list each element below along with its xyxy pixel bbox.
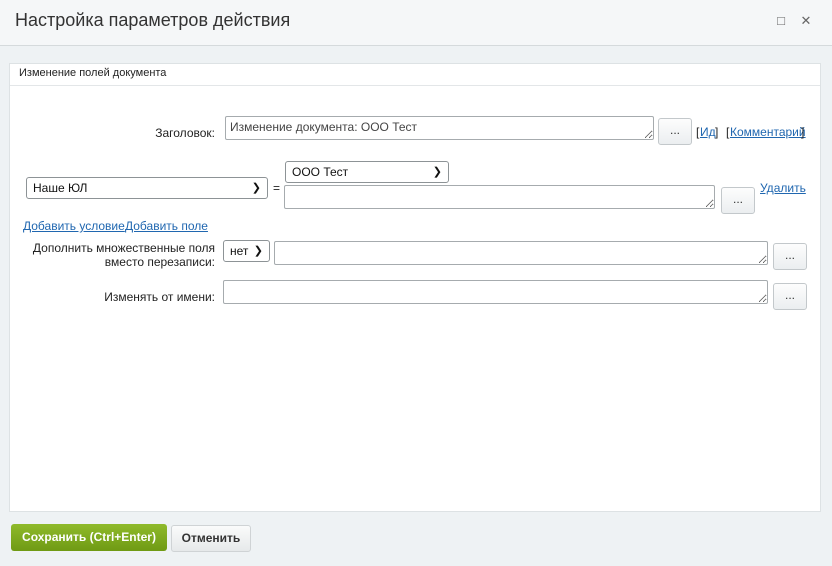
window-title: Настройка параметров действия	[15, 10, 291, 30]
dialog-footer: Сохранить (Ctrl+Enter) Отменить	[0, 512, 832, 566]
multiple-select[interactable]: нет ❯	[223, 240, 270, 262]
field-select[interactable]: Наше ЮЛ ❯	[26, 177, 268, 199]
value-select-value: ООО Тест	[292, 165, 349, 179]
modify-by-input[interactable]	[223, 280, 768, 304]
field-select-value: Наше ЮЛ	[33, 181, 88, 195]
multiple-select-value: нет	[230, 244, 249, 258]
section-title: Изменение полей документа	[10, 64, 820, 86]
chevron-down-icon: ❯	[251, 182, 261, 194]
delete-link[interactable]: Удалить	[760, 181, 806, 195]
modify-by-label: Изменять от имени:	[104, 290, 215, 304]
close-icon[interactable]: ✕	[798, 13, 814, 29]
chevron-down-icon: ❯	[253, 245, 263, 257]
heading-label: Заголовок:	[155, 126, 215, 140]
add-field-link[interactable]: Добавить поле	[125, 219, 208, 233]
multiple-label-line1: Дополнить множественные поля	[32, 241, 215, 255]
bracket-open-2: [	[726, 125, 730, 139]
value-input[interactable]	[284, 185, 715, 209]
id-link[interactable]: Ид	[700, 125, 716, 139]
heading-dots-button[interactable]: ...	[658, 118, 692, 145]
multiple-input[interactable]	[274, 241, 768, 265]
multiple-fields-label: Дополнить множественные поля вместо пере…	[20, 241, 215, 269]
bracket-close-2: ]	[801, 125, 805, 139]
equals-sign: =	[273, 181, 281, 195]
value-dots-button[interactable]: ...	[721, 187, 755, 214]
add-condition-link[interactable]: Добавить условие	[23, 219, 125, 233]
comment-link[interactable]: Комментарий	[730, 125, 806, 139]
value-select[interactable]: ООО Тест ❯	[285, 161, 449, 183]
cancel-button[interactable]: Отменить	[171, 525, 251, 552]
save-button[interactable]: Сохранить (Ctrl+Enter)	[11, 524, 167, 551]
heading-input[interactable]: Изменение документа: ООО Тест	[225, 116, 654, 140]
chevron-down-icon: ❯	[432, 166, 442, 178]
window-titlebar: Настройка параметров действия □ ✕	[0, 0, 832, 46]
multiple-dots-button[interactable]: ...	[773, 243, 807, 270]
bracket-open: [	[696, 125, 700, 139]
multiple-label-line2: вместо перезаписи:	[104, 255, 215, 269]
bracket-close: ]	[715, 125, 719, 139]
modify-by-dots-button[interactable]: ...	[773, 283, 807, 310]
minimize-icon[interactable]: □	[773, 13, 789, 29]
